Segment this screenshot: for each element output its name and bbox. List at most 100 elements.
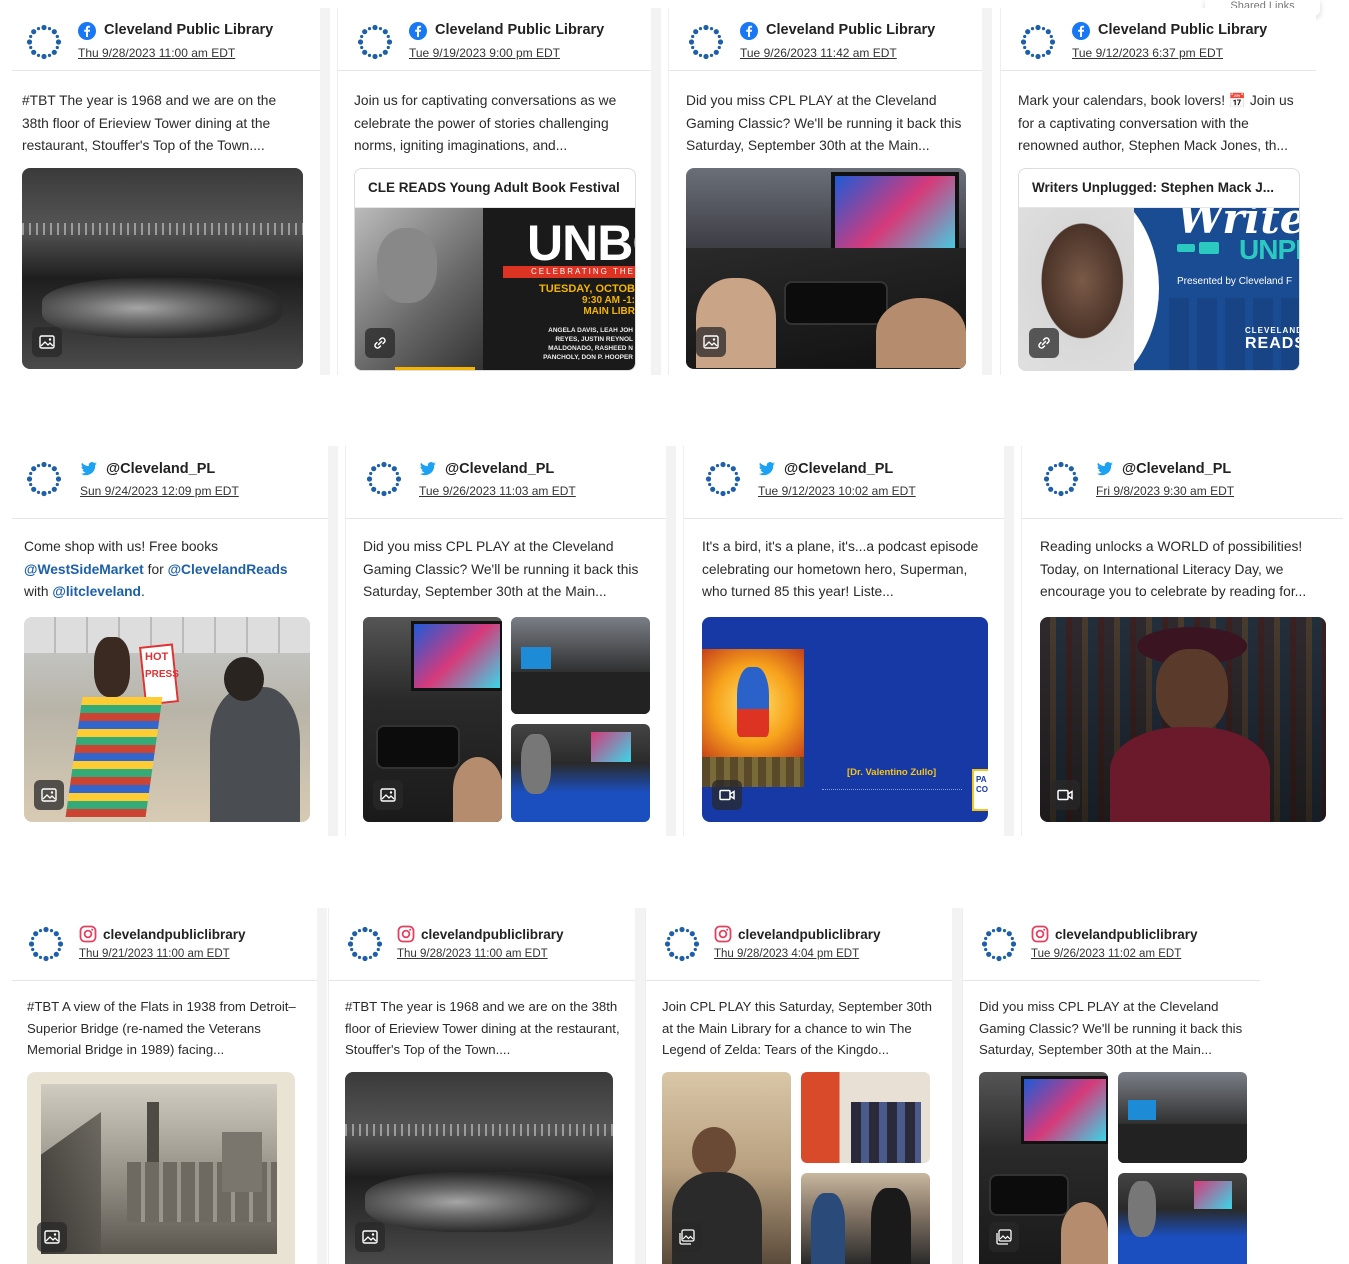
account-name[interactable]: Cleveland Public Library [766, 22, 935, 38]
link-preview-title: Writers Unplugged: Stephen Mack J... [1019, 169, 1299, 208]
mention-link[interactable]: @ClevelandReads [168, 562, 288, 577]
post-text: Did you miss CPL PLAY at the Cleveland G… [363, 539, 639, 599]
post-gallery[interactable] [363, 617, 650, 822]
post-image[interactable] [345, 1072, 613, 1264]
post-timestamp-link[interactable]: Fri 9/8/2023 9:30 am EDT [1096, 484, 1234, 498]
post-timestamp-link[interactable]: Thu 9/28/2023 4:04 pm EDT [714, 948, 859, 960]
link-preview-card[interactable]: CLE READS Young Adult Book Festival UNBO… [354, 168, 636, 371]
post-timestamp-link[interactable]: Tue 9/26/2023 11:42 am EDT [740, 46, 897, 60]
video-icon [712, 780, 742, 810]
twitter-icon [758, 460, 776, 478]
account-name[interactable]: clevelandpubliclibrary [421, 927, 564, 942]
gallery-image[interactable] [801, 1173, 930, 1264]
post-image[interactable]: HOT PRESS [24, 617, 310, 822]
link-preview-image: UNBO CELEBRATING THE F TUESDAY, OCTOB 9:… [355, 208, 635, 370]
post-card[interactable]: Cleveland Public Library Tue 9/19/2023 9… [337, 8, 661, 375]
post-gallery[interactable] [662, 1072, 930, 1264]
gallery-image[interactable] [801, 1072, 930, 1163]
sign-text: HOT [145, 651, 169, 663]
account-name[interactable]: Cleveland Public Library [104, 22, 273, 38]
instagram-icon [1031, 925, 1049, 943]
gallery-icon [989, 1222, 1019, 1252]
post-card[interactable]: @Cleveland_PL Tue 9/12/2023 10:02 am EDT… [683, 446, 1014, 836]
gallery-image[interactable] [363, 617, 502, 822]
post-card[interactable]: Cleveland Public Library Thu 9/28/2023 1… [12, 8, 330, 375]
image-icon [34, 780, 64, 810]
post-header: clevelandpubliclibrary Thu 9/21/2023 11:… [12, 908, 317, 981]
poster-headline: UNBO [527, 215, 635, 271]
account-name[interactable]: Cleveland Public Library [435, 22, 604, 38]
post-card[interactable]: @Cleveland_PL Fri 9/8/2023 9:30 am EDT R… [1021, 446, 1343, 836]
post-header: @Cleveland_PL Sun 9/24/2023 12:09 pm EDT [12, 446, 328, 519]
post-card[interactable]: Cleveland Public Library Tue 9/12/2023 6… [1000, 8, 1316, 375]
gallery-image[interactable] [662, 1072, 791, 1264]
post-header: Cleveland Public Library Tue 9/26/2023 1… [669, 8, 982, 71]
poster-credit: Presented by Cleveland F [1177, 276, 1293, 287]
poster-names: REYES, JUSTIN REYNOL [555, 336, 633, 343]
post-timestamp-link[interactable]: Tue 9/19/2023 9:00 pm EDT [409, 46, 560, 60]
poster-names: PANCHOLY, DON P. HOOPER [543, 354, 633, 361]
cpl-avatar-icon [26, 24, 62, 60]
post-timestamp-link[interactable]: Thu 9/28/2023 11:00 am EDT [78, 46, 235, 60]
account-name[interactable]: @Cleveland_PL [1122, 461, 1231, 477]
post-text: Did you miss CPL PLAY at the Cleveland G… [979, 999, 1243, 1057]
post-image[interactable] [22, 168, 303, 369]
cpl-avatar-icon [1043, 461, 1079, 497]
gallery-image[interactable] [511, 724, 650, 822]
post-timestamp-link[interactable]: Sun 9/24/2023 12:09 pm EDT [80, 484, 239, 498]
post-gallery[interactable] [979, 1072, 1247, 1264]
post-card[interactable]: clevelandpubliclibrary Tue 9/26/2023 11:… [962, 908, 1260, 1264]
post-video[interactable] [1040, 617, 1326, 822]
cpl-avatar-icon [664, 926, 700, 962]
video-edge-label: PA CO [972, 769, 988, 811]
post-card[interactable]: @Cleveland_PL Tue 9/26/2023 11:03 am EDT… [345, 446, 676, 836]
account-name[interactable]: clevelandpubliclibrary [738, 927, 881, 942]
post-timestamp-link[interactable]: Thu 9/28/2023 11:00 am EDT [397, 948, 548, 960]
post-timestamp-link[interactable]: Tue 9/26/2023 11:02 am EDT [1031, 948, 1181, 960]
image-icon [32, 327, 62, 357]
link-preview-title: CLE READS Young Adult Book Festival [355, 169, 635, 208]
poster-date: TUESDAY, OCTOB [539, 283, 635, 295]
post-image[interactable] [686, 168, 966, 369]
account-name[interactable]: clevelandpubliclibrary [1055, 927, 1198, 942]
mention-link[interactable]: @litcleveland [52, 584, 141, 599]
cpl-avatar-icon [1020, 24, 1056, 60]
post-image[interactable] [27, 1072, 295, 1264]
post-header: @Cleveland_PL Tue 9/12/2023 10:02 am EDT [684, 446, 1004, 519]
account-name[interactable]: @Cleveland_PL [784, 461, 893, 477]
cpl-avatar-icon [28, 926, 64, 962]
account-name[interactable]: @Cleveland_PL [106, 461, 215, 477]
post-timestamp-link[interactable]: Tue 9/12/2023 6:37 pm EDT [1072, 46, 1223, 60]
post-card[interactable]: @Cleveland_PL Sun 9/24/2023 12:09 pm EDT… [12, 446, 338, 836]
post-card[interactable]: Cleveland Public Library Tue 9/26/2023 1… [668, 8, 992, 375]
post-video[interactable]: [Dr. Valentino Zullo] PA CO [702, 617, 988, 822]
post-text: Did you miss CPL PLAY at the Cleveland G… [686, 93, 962, 153]
gallery-image[interactable] [1118, 1173, 1247, 1264]
facebook-icon [740, 22, 758, 40]
instagram-icon [714, 925, 732, 943]
image-icon [373, 780, 403, 810]
cpl-avatar-icon [26, 461, 62, 497]
post-card[interactable]: clevelandpubliclibrary Thu 9/21/2023 11:… [12, 908, 327, 1264]
post-header: clevelandpubliclibrary Thu 9/28/2023 11:… [329, 908, 635, 981]
cpl-avatar-icon [688, 24, 724, 60]
post-timestamp-link[interactable]: Tue 9/26/2023 11:03 am EDT [419, 484, 576, 498]
gallery-image[interactable] [511, 617, 650, 714]
post-timestamp-link[interactable]: Tue 9/12/2023 10:02 am EDT [758, 484, 916, 498]
gallery-image[interactable] [979, 1072, 1108, 1264]
instagram-icon [397, 925, 415, 943]
link-icon [365, 328, 395, 358]
account-name[interactable]: @Cleveland_PL [445, 461, 554, 477]
post-text: Join us for captivating conversations as… [354, 93, 617, 153]
mention-link[interactable]: @WestSideMarket [24, 562, 144, 577]
link-preview-image: Write UNPL Presented by Cleveland F CLEV… [1019, 208, 1299, 370]
post-timestamp-link[interactable]: Thu 9/21/2023 11:00 am EDT [79, 948, 230, 960]
video-caption: [Dr. Valentino Zullo] [847, 767, 937, 778]
post-header: Cleveland Public Library Tue 9/19/2023 9… [338, 8, 651, 71]
gallery-image[interactable] [1118, 1072, 1247, 1163]
account-name[interactable]: Cleveland Public Library [1098, 22, 1267, 38]
post-card[interactable]: clevelandpubliclibrary Thu 9/28/2023 4:0… [645, 908, 962, 1264]
link-preview-card[interactable]: Writers Unplugged: Stephen Mack J... Wri… [1018, 168, 1300, 371]
post-card[interactable]: clevelandpubliclibrary Thu 9/28/2023 11:… [328, 908, 645, 1264]
account-name[interactable]: clevelandpubliclibrary [103, 927, 246, 942]
